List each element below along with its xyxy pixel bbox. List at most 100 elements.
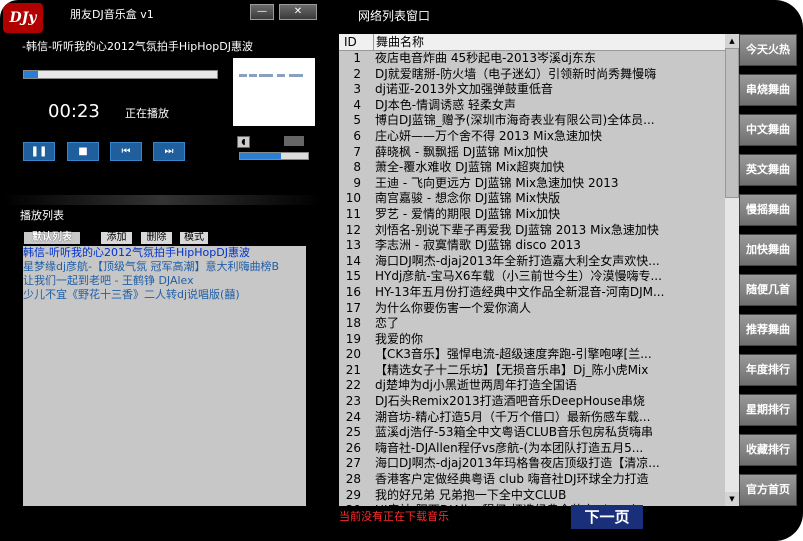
row-song-name: 罗艺 - 爱情的期限 DJ蓝锦 Mix加快 <box>375 206 561 221</box>
scrollbar-thumb[interactable] <box>725 48 739 198</box>
tab-default-list[interactable]: 默认列表 <box>24 232 80 244</box>
table-row[interactable]: 20 【CK3音乐】强悍电流-超级速度奔跑-引擎咆哮[兰... <box>339 347 739 363</box>
row-song-name: 蓝溪dj浩仔-53箱全中文粤语CLUB音乐包房私货嗨串 <box>375 425 654 440</box>
table-row[interactable]: 12 刘悟名-别说下辈子再爱我 DJ蓝锦 2013 Mix急速加快 <box>339 223 739 239</box>
previous-button[interactable]: ⏮ <box>110 142 142 161</box>
previous-icon: ⏮ <box>121 146 131 157</box>
stop-button[interactable]: ■ <box>67 142 99 161</box>
row-song-name: 夜店电音炸曲 45秒起电-2013岑溪dj东东 <box>375 51 596 65</box>
row-song-name: 海口DJ啊杰-djaj2013年玛格鲁夜店顶级打造【清凉... <box>375 456 660 471</box>
row-id: 4 <box>353 97 361 112</box>
table-row[interactable]: 5 博白DJ蓝锦_赠予(深圳市海奇表业有限公司)全体员... <box>339 113 739 129</box>
column-header-id[interactable]: ID <box>344 34 357 50</box>
table-row[interactable]: 1 夜店电音炸曲 45秒起电-2013岑溪dj东东 <box>339 51 739 67</box>
table-row[interactable]: 25 蓝溪dj浩仔-53箱全中文粤语CLUB音乐包房私货嗨串 <box>339 425 739 441</box>
playlist-item[interactable]: 让我们一起到老吧 - 王鹤铮 DJAlex <box>23 274 306 288</box>
row-song-name: 【CK3音乐】强悍电流-超级速度奔跑-引擎咆哮[兰... <box>375 347 652 362</box>
table-row[interactable]: 17 为什么你要伤害一个爱你滴人 <box>339 301 739 317</box>
divider <box>3 195 321 205</box>
row-id: 20 <box>345 347 361 362</box>
row-song-name: HY-13年五月份打造经典中文作品全新混音-河南DJM... <box>375 284 665 299</box>
player-window: DJy 朋友DJ音乐盒 v1 — ✕ -韩信-听听我的心2012气氛拍手HipH… <box>0 0 323 541</box>
spectrum-visualizer <box>233 58 315 126</box>
download-status: 当前没有正在下载音乐 <box>339 510 449 523</box>
row-song-name: 薛晓枫 - 飘飘摇 DJ蓝锦 Mix加快 <box>375 144 549 159</box>
category-button[interactable]: 年度排行 <box>739 354 797 386</box>
seek-bar-fill <box>24 71 38 78</box>
row-song-name: 为什么你要伤害一个爱你滴人 <box>375 300 532 315</box>
playlist-item[interactable]: 少儿不宜《野花十三香》二人转dj说唱版(囍) <box>23 288 306 302</box>
next-icon: ⏭ <box>164 146 174 157</box>
table-row[interactable]: 2 DJ就爱瞎掰-防火墙（电子迷幻）引领新时尚秀舞慢嗨 <box>339 67 739 83</box>
table-row[interactable]: 6 庄心妍——万个舍不得 2013 Mix急速加快 <box>339 129 739 145</box>
playlist-item[interactable]: 韩信-听听我的心2012气氛拍手HipHopDJ惠波 <box>23 246 306 260</box>
mode-button[interactable]: 模式 <box>180 232 208 244</box>
seek-bar[interactable] <box>23 70 218 79</box>
table-row[interactable]: 14 海口DJ啊杰-djaj2013年全新打造嘉大利全女声欢快... <box>339 254 739 270</box>
add-button[interactable]: 添加 <box>101 232 132 244</box>
row-id: 9 <box>353 175 361 190</box>
minimize-button[interactable]: — <box>250 4 274 20</box>
speaker-icon[interactable]: ◖ <box>237 136 250 148</box>
table-row[interactable]: 9 王迪 - 飞向更远方 DJ蓝锦 Mix急速加快 2013 <box>339 176 739 192</box>
category-button[interactable]: 收藏排行 <box>739 434 797 466</box>
table-row[interactable]: 29 我的好兄弟 兄弟抱一下全中文CLUB <box>339 488 739 504</box>
table-row[interactable]: 23 DJ石头Remix2013打造酒吧音乐DeepHouse串烧 <box>339 394 739 410</box>
row-song-name: 潮音坊-精心打造5月（千万个借口）最新伤感车载... <box>375 409 651 424</box>
table-row[interactable]: 8 萧全-覆水难收 DJ蓝锦 Mix超爽加快 <box>339 160 739 176</box>
table-row[interactable]: 19 我爱的你 <box>339 332 739 348</box>
column-header-name[interactable]: 舞曲名称 <box>373 34 424 50</box>
table-row[interactable]: 3 dj诺亚-2013外文加强弹鼓重低音 <box>339 82 739 98</box>
table-row[interactable]: 22 dj楚坤为dj小黑逝世两周年打造全国语 <box>339 378 739 394</box>
category-button[interactable]: 星期排行 <box>739 394 797 426</box>
network-list-window: 网络列表窗口 ID 舞曲名称 1 夜店电音炸曲 45秒起电-2013岑溪dj东东 2… <box>323 0 803 541</box>
category-button[interactable]: 串烧舞曲 <box>739 74 797 106</box>
table-row[interactable]: 16 HY-13年五月份打造经典中文作品全新混音-河南DJM... <box>339 285 739 301</box>
table-row[interactable]: 7 薛晓枫 - 飘飘摇 DJ蓝锦 Mix加快 <box>339 145 739 161</box>
category-button[interactable]: 官方首页 <box>739 474 797 506</box>
category-button[interactable]: 加快舞曲 <box>739 234 797 266</box>
row-song-name: 博白DJ蓝锦_赠予(深圳市海奇表业有限公司)全体员... <box>375 113 655 128</box>
playlist-item[interactable]: 星梦缘dj彦航-【顶级气氛 冠军高潮】意大利嗨曲榜B <box>23 260 306 274</box>
row-id: 16 <box>345 284 361 299</box>
table-row[interactable]: 13 李志洲 - 寂寞情歌 DJ蓝锦 disco 2013 <box>339 238 739 254</box>
scrollbar[interactable]: ▲ ▼ <box>725 34 739 506</box>
row-id: 3 <box>353 82 361 97</box>
category-button[interactable]: 英文舞曲 <box>739 154 797 186</box>
table-row[interactable]: 4 DJ本色-情调诱惑 轻柔女声 <box>339 98 739 114</box>
scroll-up-icon[interactable]: ▲ <box>725 34 739 48</box>
table-row[interactable]: 26 嗨音社-DJAllen程仔vs彦航-(为本团队打造五月5... <box>339 441 739 457</box>
row-song-name: 王迪 - 飞向更远方 DJ蓝锦 Mix急速加快 2013 <box>375 175 619 190</box>
category-button[interactable]: 中文舞曲 <box>739 114 797 146</box>
category-button[interactable]: 推荐舞曲 <box>739 314 797 346</box>
category-button[interactable]: 慢摇舞曲 <box>739 194 797 226</box>
row-id: 15 <box>345 269 361 284</box>
volume-slider[interactable] <box>239 152 309 160</box>
close-button[interactable]: ✕ <box>279 4 317 20</box>
row-id: 8 <box>353 160 361 175</box>
row-id: 10 <box>345 191 361 206</box>
row-song-name: 嗨音社-DJAllen程仔vs彦航-(为本团队打造五月5... <box>375 440 644 455</box>
category-button[interactable]: 随便几首 <box>739 274 797 306</box>
table-row[interactable]: 30HI音社-阳西DJAllen程仔-打造经典全英文Disco个... <box>339 503 739 506</box>
row-id: 13 <box>345 238 361 253</box>
row-id: 21 <box>345 362 361 377</box>
category-button[interactable]: 今天火热 <box>739 34 797 66</box>
table-row[interactable]: 21 【精选女子十二乐坊】【无损音乐串】Dj_陈小虎Mix <box>339 363 739 379</box>
row-id: 18 <box>345 316 361 331</box>
table-row[interactable]: 18 恋了 <box>339 316 739 332</box>
next-track-button[interactable]: ⏭ <box>153 142 185 161</box>
table-row[interactable]: 28 香港客户定做经典粤语 club 嗨音社DJ环球全力打造 <box>339 472 739 488</box>
pause-button[interactable]: ❚❚ <box>23 142 55 161</box>
scroll-down-icon[interactable]: ▼ <box>725 492 739 506</box>
row-id: 28 <box>345 472 361 487</box>
table-row[interactable]: 11 罗艺 - 爱情的期限 DJ蓝锦 Mix加快 <box>339 207 739 223</box>
table-row[interactable]: 24 潮音坊-精心打造5月（千万个借口）最新伤感车载... <box>339 410 739 426</box>
table-row[interactable]: 15 HYdj彦航-宝马X6车载（小三前世今生）冷漠慢嗨专... <box>339 269 739 285</box>
volume-slider-fill <box>240 153 281 159</box>
table-row[interactable]: 27 海口DJ啊杰-djaj2013年玛格鲁夜店顶级打造【清凉... <box>339 456 739 472</box>
row-id: 25 <box>345 425 361 440</box>
delete-button[interactable]: 删除 <box>141 232 172 244</box>
table-row[interactable]: 10 南宫嘉骏 - 想念你 DJ蓝锦 Mix快版 <box>339 191 739 207</box>
next-page-button[interactable]: 下一页 <box>571 505 643 529</box>
